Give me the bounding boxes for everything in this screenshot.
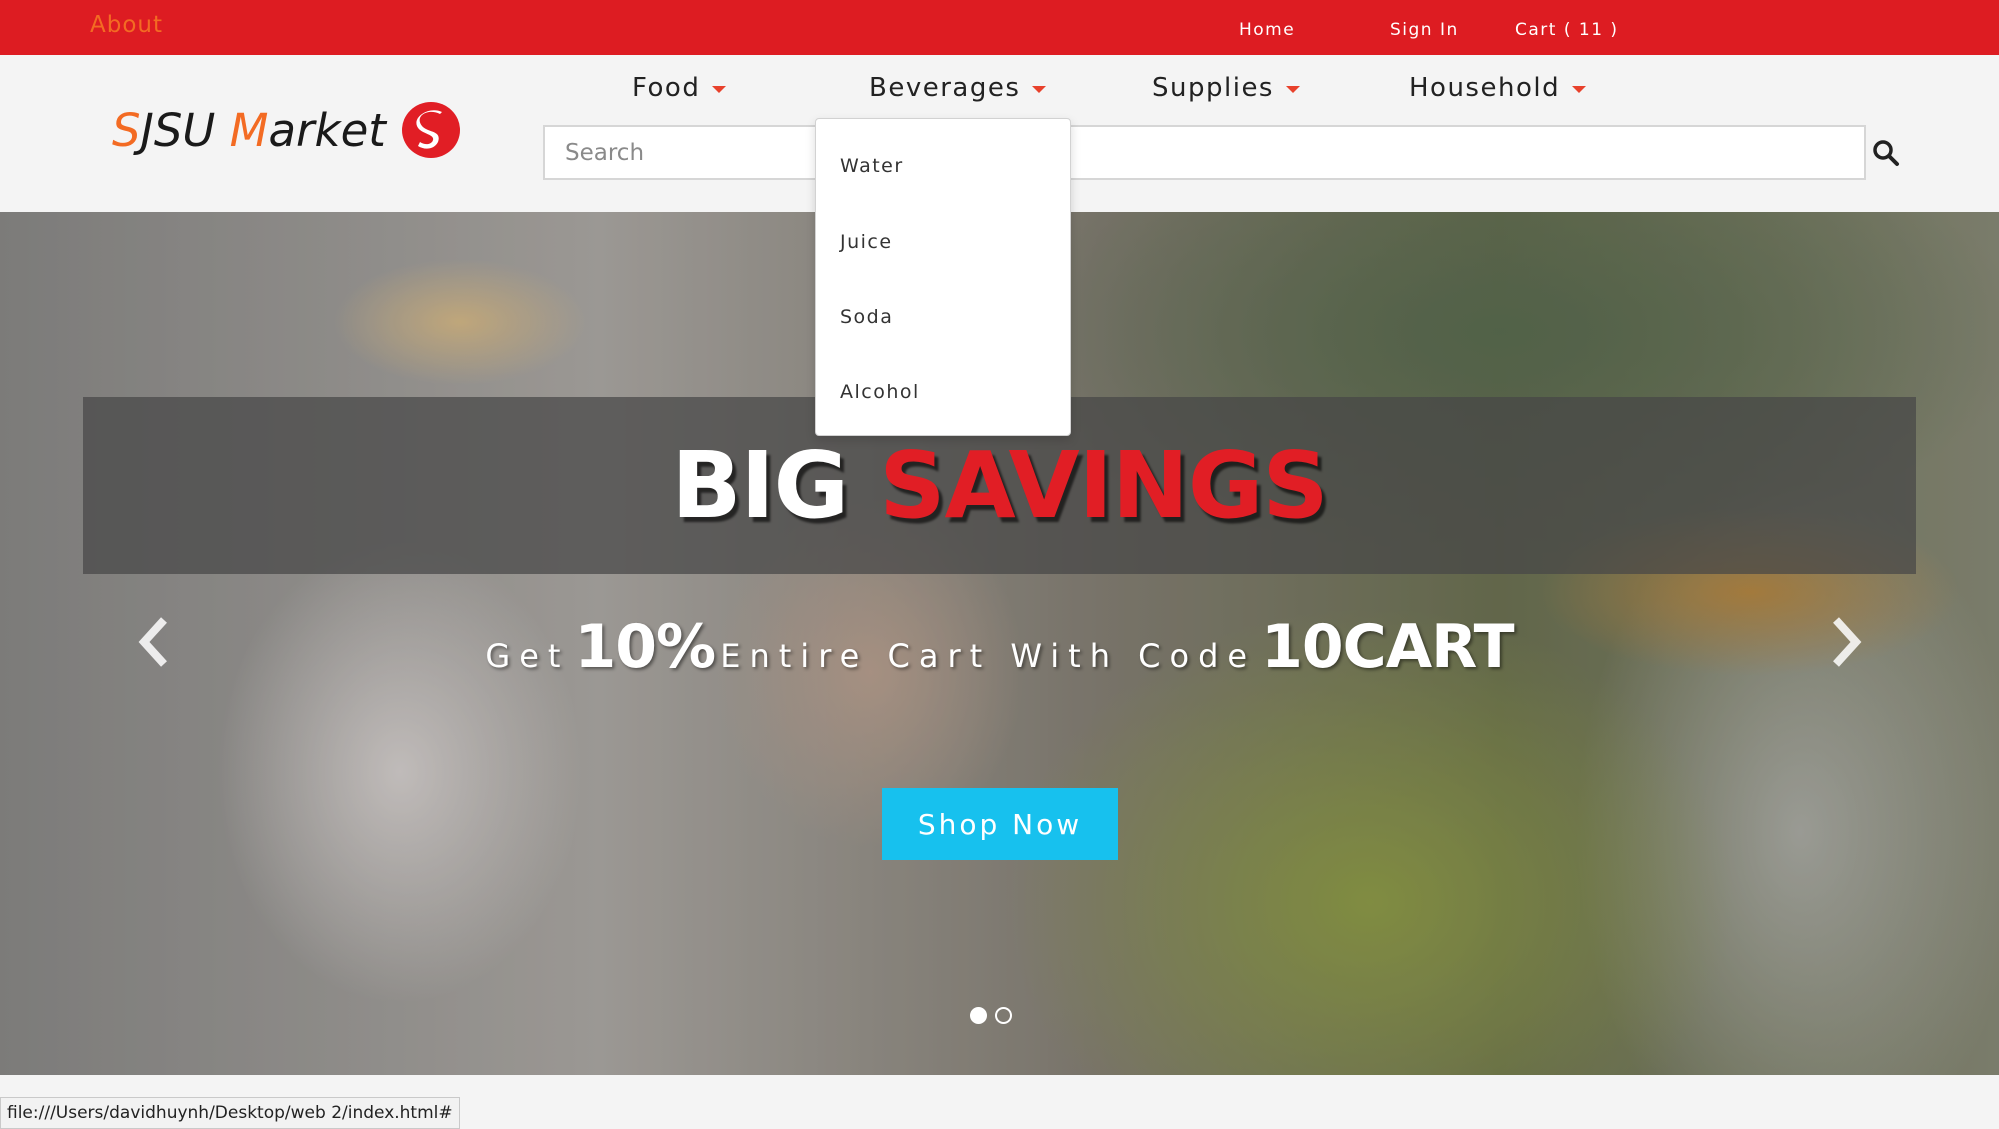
menu-beverages[interactable]: Beverages <box>869 73 1047 103</box>
caret-down-icon <box>1572 86 1587 93</box>
carousel-dot[interactable] <box>970 1007 987 1024</box>
menu-household[interactable]: Household <box>1409 73 1587 103</box>
dropdown-item-juice[interactable]: Juice <box>840 231 893 253</box>
logo-mark-icon <box>401 102 460 158</box>
dropdown-item-soda[interactable]: Soda <box>840 306 893 328</box>
promo-text: Get 10% Entire Cart With Code 10CART <box>485 612 1514 682</box>
beverages-dropdown: Water Juice Soda Alcohol <box>815 118 1071 436</box>
browser-status-bar: file:///Users/davidhuynh/Desktop/web 2/i… <box>0 1097 460 1129</box>
shop-now-button[interactable]: Shop Now <box>882 788 1118 860</box>
logo[interactable]: SJSU Market <box>112 95 462 165</box>
logo-text: SJSU Market <box>112 103 386 157</box>
search-icon[interactable] <box>1872 139 1900 167</box>
next-slide-icon[interactable] <box>1826 612 1866 672</box>
search-input[interactable] <box>545 127 1864 178</box>
carousel-dot[interactable] <box>995 1007 1012 1024</box>
caret-down-icon <box>1285 86 1300 93</box>
hero-headline: BIG SAVINGS <box>671 432 1328 539</box>
about-link[interactable]: About <box>90 12 163 38</box>
dropdown-item-water[interactable]: Water <box>840 155 904 177</box>
prev-slide-icon[interactable] <box>134 612 174 672</box>
sign-in-link[interactable]: Sign In <box>1390 20 1459 40</box>
top-bar: About Home Sign In Cart ( 11 ) <box>0 0 1999 55</box>
carousel-indicators <box>970 1007 1012 1024</box>
search-field <box>543 125 1866 180</box>
menu-food[interactable]: Food <box>632 73 727 103</box>
home-link[interactable]: Home <box>1239 20 1295 40</box>
dropdown-item-alcohol[interactable]: Alcohol <box>840 381 920 403</box>
caret-down-icon <box>712 86 727 93</box>
caret-down-icon <box>1032 86 1047 93</box>
menu-supplies[interactable]: Supplies <box>1152 73 1300 103</box>
cart-link[interactable]: Cart ( 11 ) <box>1515 20 1619 40</box>
